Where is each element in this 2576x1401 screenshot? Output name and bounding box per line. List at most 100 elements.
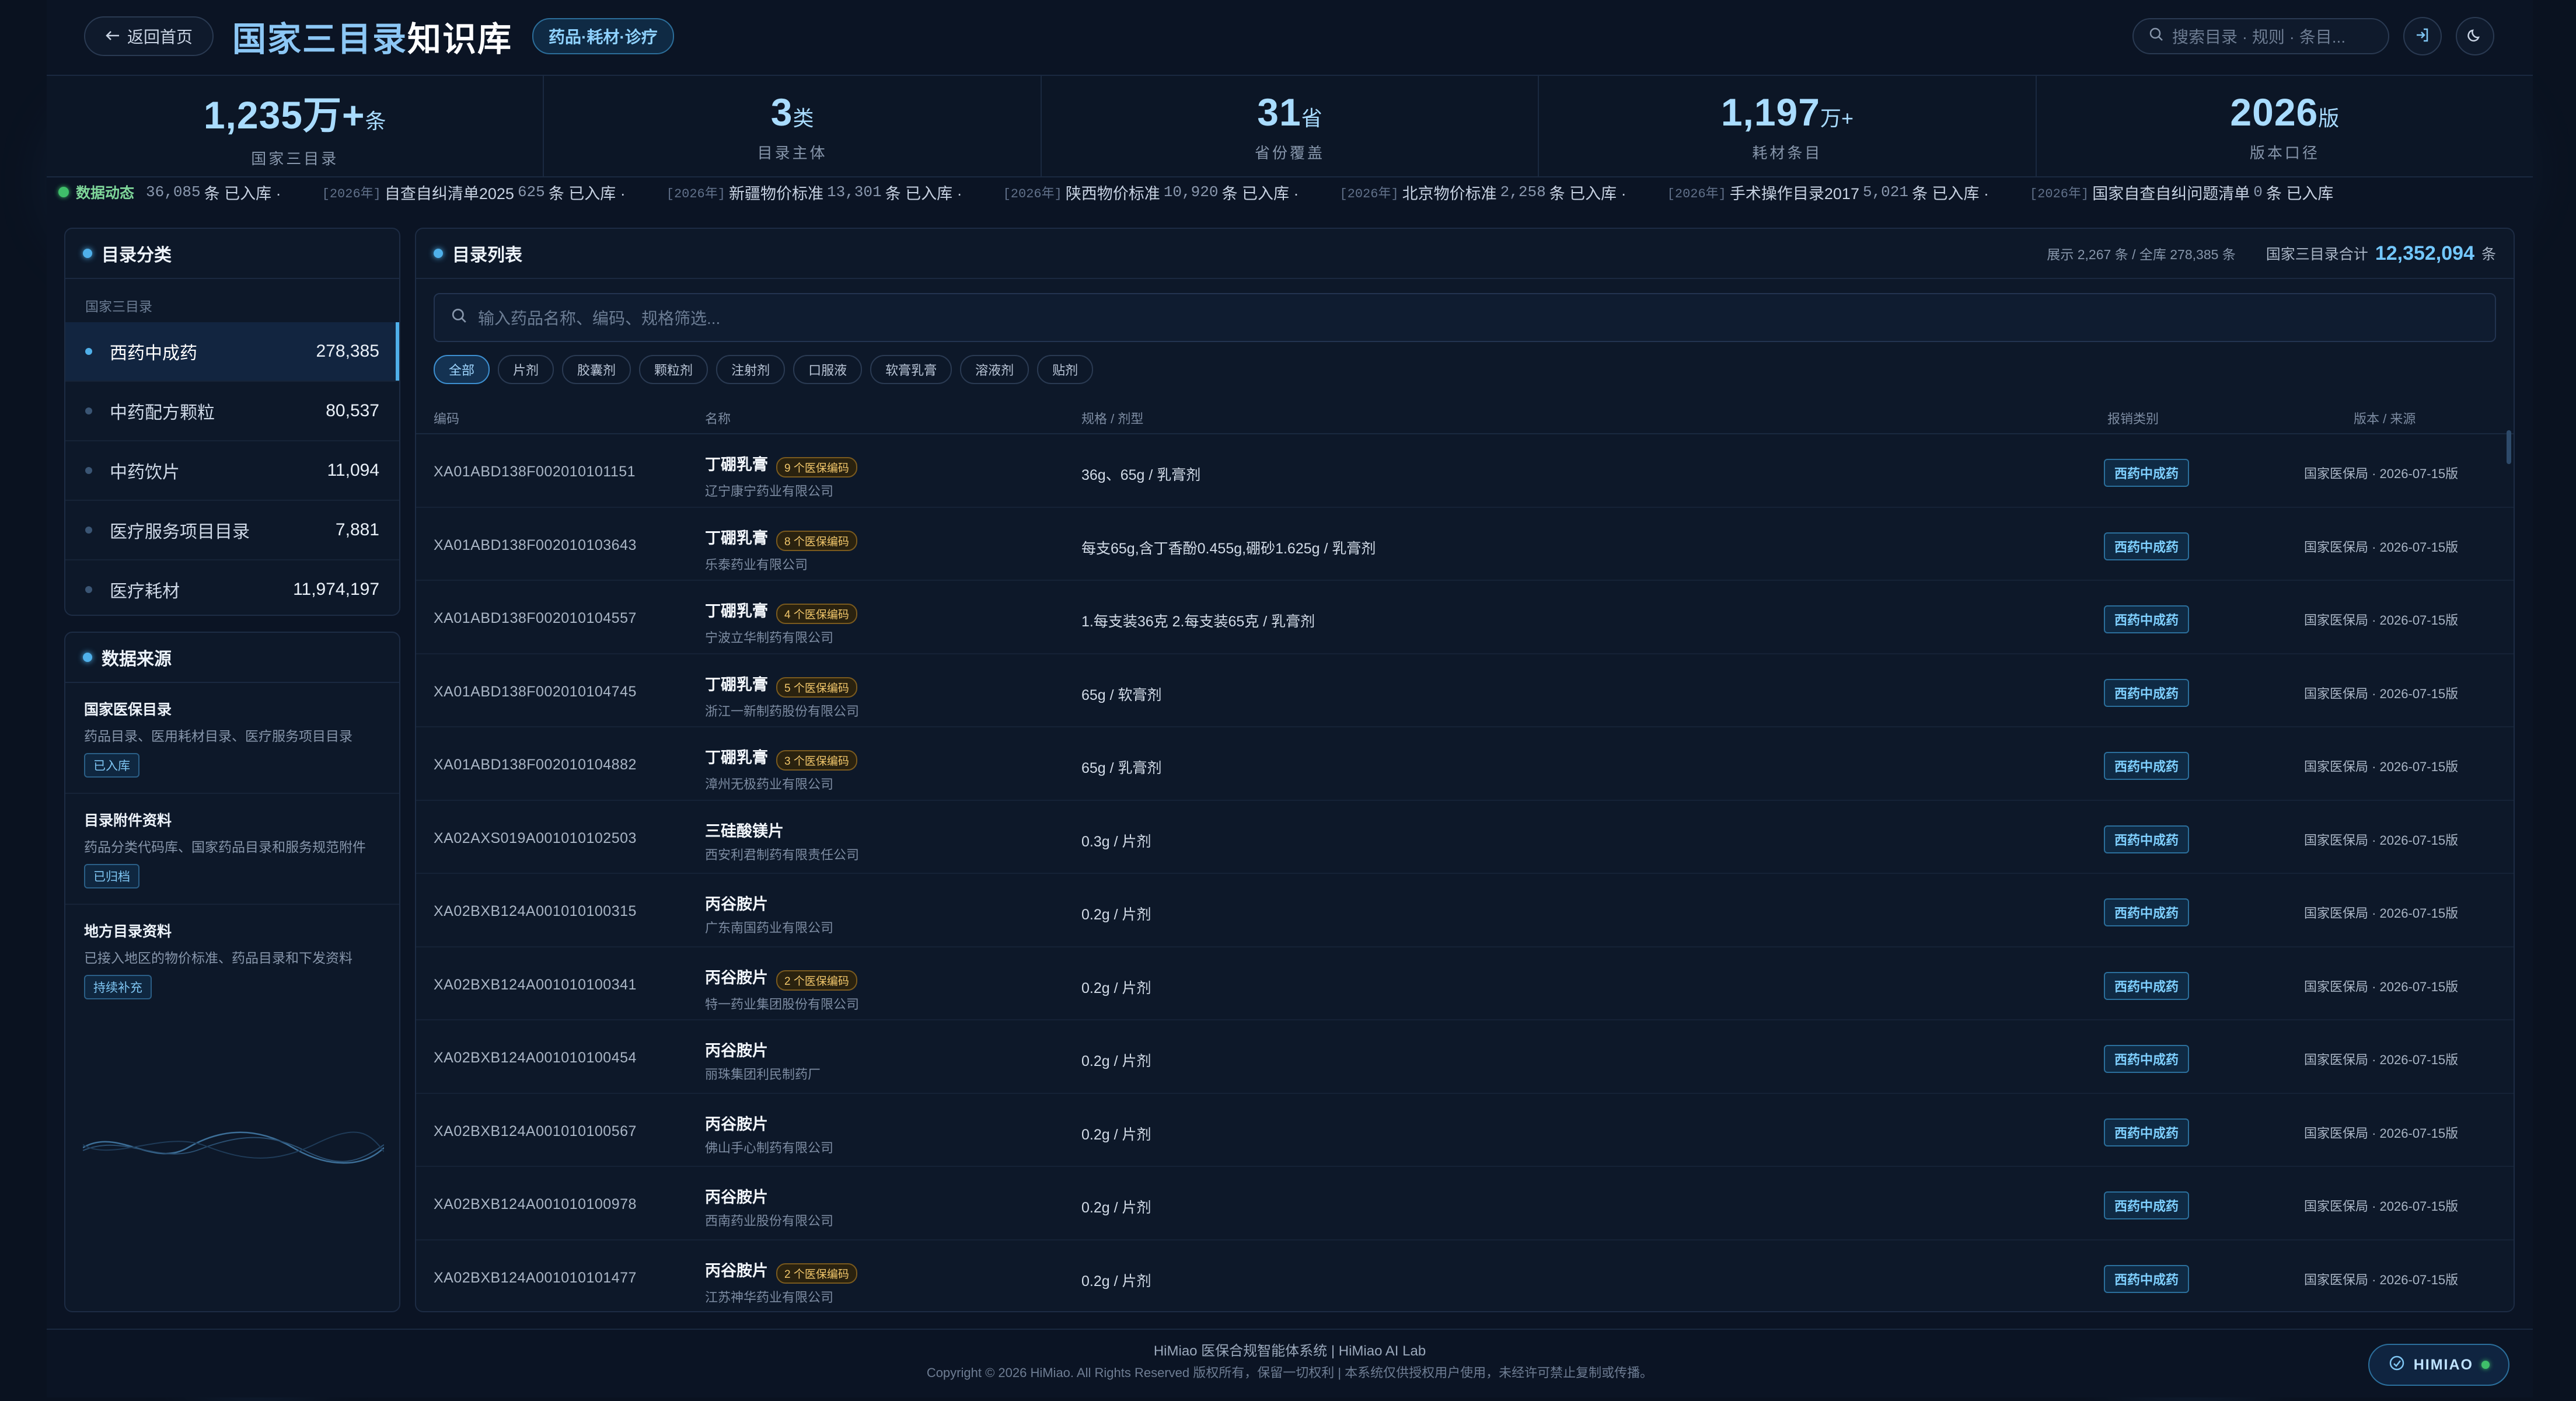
row-name-cell: 丙谷胺片 2 个医保编码 特一药业集团股份有限公司 bbox=[705, 965, 859, 1013]
insurance-code-badge: 9 个医保编码 bbox=[776, 457, 857, 478]
ticker-count: 5,021 bbox=[1862, 183, 1908, 201]
chip-injection[interactable]: 注射剂 bbox=[716, 355, 786, 384]
ticker-name: 新疆物价标准 bbox=[728, 184, 823, 203]
ticker-item: 36,085 条 已入库 · bbox=[146, 181, 281, 204]
back-home-button[interactable]: 返回首页 bbox=[84, 16, 214, 56]
list-filter-input[interactable]: 输入药品名称、编码、规格筛选... bbox=[434, 293, 2496, 342]
row-name-cell: 三硅酸镁片 西安利君制药有限责任公司 bbox=[705, 818, 859, 863]
row-spec: 0.2g / 片剂 bbox=[1081, 1273, 1151, 1290]
table-row[interactable]: XA01ABD138F002010104557 丁硼乳膏 4 个医保编码 宁波立华制药… bbox=[416, 581, 2514, 654]
footer: HiMiao 医保合规智能体系统 | HiMiao AI Lab Copyrig… bbox=[47, 1329, 2533, 1399]
row-drug-name: 丙谷胺片 bbox=[705, 1261, 768, 1280]
ticker-year: [2026年] bbox=[1667, 187, 1726, 201]
ticker-head: 数据动态 bbox=[47, 182, 146, 203]
source-item-desc: 药品分类代码库、国家药品目录和服务规范附件 bbox=[84, 839, 366, 855]
row-code: XA01ABD138F002010101151 bbox=[434, 463, 636, 480]
table-scrollbar[interactable] bbox=[2507, 430, 2511, 464]
ticker-item: [2026年] 国家自查自纠问题清单 0 条 已入库 bbox=[2030, 181, 2333, 204]
brand-badge-button[interactable]: HIMIAO bbox=[2368, 1344, 2509, 1386]
dot-icon bbox=[434, 249, 443, 258]
global-search-input[interactable]: 搜索目录 · 规则 · 条目... bbox=[2132, 18, 2389, 54]
insurance-code-badge: 4 个医保编码 bbox=[776, 604, 857, 625]
login-button[interactable] bbox=[2403, 17, 2442, 55]
search-icon bbox=[451, 308, 467, 328]
stat-card: 31省 省份覆盖 bbox=[1042, 76, 1540, 176]
row-version: 国家医保局 · 2026-07-15版 bbox=[2304, 1125, 2459, 1141]
row-type-badge: 西药中成药 bbox=[2104, 971, 2190, 1000]
chip-patch[interactable]: 贴剂 bbox=[1037, 355, 1094, 384]
row-name-cell: 丁硼乳膏 8 个医保编码 乐泰药业有限公司 bbox=[705, 525, 857, 573]
stat-unit: 条 bbox=[365, 109, 386, 133]
page-title-accent: 国家三目录 bbox=[232, 20, 408, 58]
ticker-item: [2026年] 自查自纠清单2025 625 条 已入库 · bbox=[322, 181, 626, 204]
row-manufacturer: 江苏神华药业有限公司 bbox=[705, 1290, 834, 1305]
row-spec: 0.2g / 片剂 bbox=[1081, 980, 1151, 996]
chip-solution[interactable]: 溶液剂 bbox=[960, 355, 1029, 384]
ticker-item: [2026年] 北京物价标准 2,258 条 已入库 · bbox=[1339, 181, 1626, 204]
page-title: 国家三目录知识库 bbox=[232, 12, 512, 61]
chip-capsule[interactable]: 胶囊剂 bbox=[562, 355, 631, 384]
table-row[interactable]: XA01ABD138F002010104882 丁硼乳膏 3 个医保编码 漳州无极药业… bbox=[416, 727, 2514, 801]
category-item-services[interactable]: 医疗服务项目目录 7,881 bbox=[65, 501, 399, 560]
row-version: 国家医保局 · 2026-07-15版 bbox=[2304, 759, 2459, 774]
row-type-badge: 西药中成药 bbox=[2104, 678, 2190, 707]
row-code: XA01ABD138F002010104882 bbox=[434, 757, 637, 773]
row-name-cell: 丙谷胺片 西南药业股份有限公司 bbox=[705, 1184, 833, 1229]
row-name-cell: 丙谷胺片 2 个医保编码江苏神华药业有限公司 bbox=[705, 1258, 857, 1306]
table-row[interactable]: XA01ABD138F002010103643 丁硼乳膏 8 个医保编码 乐泰药业有限… bbox=[416, 508, 2514, 581]
category-label: 西药中成药 bbox=[110, 344, 197, 363]
row-drug-name: 丁硼乳膏 bbox=[705, 529, 768, 547]
table-row[interactable]: XA02BXB124A001010100454 丙谷胺片 丽珠集团利民制药厂 0.2g… bbox=[416, 1020, 2514, 1094]
stat-card: 2026版 版本口径 bbox=[2037, 76, 2533, 176]
ticker-item: [2026年] 陕西物价标准 10,920 条 已入库 · bbox=[1003, 181, 1299, 204]
table-row[interactable]: XA02BXB124A001010100341 丙谷胺片 2 个医保编码 特一药业集团… bbox=[416, 947, 2514, 1020]
row-name-cell: 丁硼乳膏 4 个医保编码 宁波立华制药有限公司 bbox=[705, 598, 857, 646]
category-item-herbal[interactable]: 中药饮片 11,094 bbox=[65, 441, 399, 501]
table-row[interactable]: XA01ABD138F002010104745 丁硼乳膏 5 个医保编码 浙江一新制药… bbox=[416, 654, 2514, 727]
category-item-consumables[interactable]: 医疗耗材 11,974,197 bbox=[65, 560, 399, 619]
list-total-unit: 条 bbox=[2481, 246, 2496, 263]
table-row[interactable]: XA02BXB124A001010101477 丙谷胺片 2 个医保编码 江苏神华药业… bbox=[416, 1240, 2514, 1312]
row-name-cell: 丁硼乳膏 5 个医保编码 浙江一新制药股份有限公司 bbox=[705, 672, 859, 720]
table-row[interactable]: XA01ABD138F002010101151 丁硼乳膏 9 个医保编码 辽宁康宁药业… bbox=[416, 434, 2514, 508]
theme-toggle-button[interactable] bbox=[2456, 17, 2494, 55]
moon-icon bbox=[2467, 27, 2483, 46]
row-spec: 1.每支装36克 2.每支装65克 / 乳膏剂 bbox=[1081, 614, 1315, 630]
table-row[interactable]: XA02BXB124A001010100978 丙谷胺片 西南药业股份有限公司 0.2… bbox=[416, 1167, 2514, 1240]
row-manufacturer: 广东南国药业有限公司 bbox=[705, 921, 834, 935]
row-version: 国家医保局 · 2026-07-15版 bbox=[2304, 686, 2459, 701]
category-panel: 目录分类 国家三目录 西药中成药 278,385 中药配方颗粒 80,537 中… bbox=[64, 228, 400, 616]
row-version: 国家医保局 · 2026-07-15版 bbox=[2304, 1053, 2459, 1067]
stat-unit: 类 bbox=[793, 106, 814, 130]
chip-oral-liquid[interactable]: 口服液 bbox=[793, 355, 863, 384]
category-item-western[interactable]: 西药中成药 278,385 bbox=[65, 322, 399, 382]
category-panel-title: 目录分类 bbox=[65, 229, 399, 279]
table-row[interactable]: XA02BXB124A001010100567 丙谷胺片 佛山手心制药有限公司 0.2… bbox=[416, 1094, 2514, 1167]
row-type-badge: 西药中成药 bbox=[2104, 825, 2190, 853]
page-title-rest: 知识库 bbox=[407, 20, 513, 58]
table-row[interactable]: XA02AXS019A001010102503 三硅酸镁片 西安利君制药有限责任公司… bbox=[416, 801, 2514, 874]
ticker-year: [2026年] bbox=[2029, 187, 2089, 201]
list-total-label: 国家三目录合计 bbox=[2266, 246, 2368, 263]
ticker-count: 2,258 bbox=[1500, 183, 1546, 201]
row-type-badge: 西药中成药 bbox=[2104, 1191, 2190, 1219]
stat-unit: 省 bbox=[1301, 106, 1322, 130]
row-type-badge: 西药中成药 bbox=[2104, 898, 2190, 926]
chip-tablet[interactable]: 片剂 bbox=[498, 355, 554, 384]
chip-ointment[interactable]: 软膏乳膏 bbox=[870, 355, 952, 384]
row-version: 国家医保局 · 2026-07-15版 bbox=[2304, 979, 2459, 994]
table-row[interactable]: XA02BXB124A001010100315 丙谷胺片 广东南国药业有限公司 0.2… bbox=[416, 874, 2514, 947]
dot-icon bbox=[83, 653, 92, 662]
footer-line-1: HiMiao 医保合规智能体系统 | HiMiao AI Lab bbox=[1153, 1343, 1426, 1359]
row-manufacturer: 西安利君制药有限责任公司 bbox=[705, 847, 860, 862]
dot-icon bbox=[83, 249, 92, 258]
stat-unit: 版 bbox=[2318, 106, 2340, 130]
ticker-year: [2026年] bbox=[322, 187, 381, 201]
chip-all[interactable]: 全部 bbox=[434, 355, 490, 384]
category-item-granules[interactable]: 中药配方颗粒 80,537 bbox=[65, 382, 399, 441]
insurance-code-badge: 2 个医保编码 bbox=[776, 1263, 857, 1284]
stat-card: 1,235万+条 国家三目录 bbox=[47, 76, 544, 176]
column-header-code: 编码 bbox=[434, 412, 460, 426]
chip-granule[interactable]: 颗粒剂 bbox=[639, 355, 708, 384]
list-total-value: 12,352,094 bbox=[2375, 242, 2474, 264]
